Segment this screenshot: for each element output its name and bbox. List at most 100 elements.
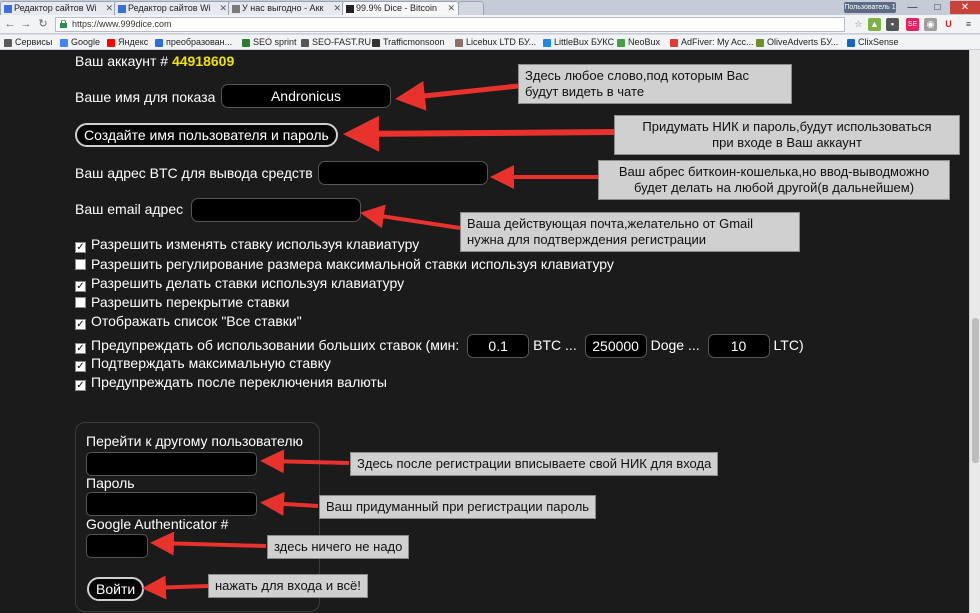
login-button[interactable]: Войти [87, 577, 145, 601]
btc-address-input[interactable] [318, 161, 488, 185]
checkbox-checked[interactable]: ✓ [75, 319, 86, 330]
url-input[interactable]: https://www.999dice.com [55, 17, 845, 32]
extension-icon[interactable]: ▲ [868, 18, 881, 31]
seosprint-icon [242, 39, 250, 47]
callout-password: Ваш придуманный при регистрации пароль [319, 495, 597, 519]
min-doge-input[interactable]: 250000 [584, 334, 647, 359]
site-favicon-icon [346, 5, 354, 13]
tab-title: 99.9% Dice - Bitcoin [356, 3, 438, 13]
bookmark-clixsense[interactable]: ClixSense [847, 36, 899, 49]
doge-unit-label: Doge ... [650, 337, 700, 353]
bookmark-yandex[interactable]: Яндекс [107, 36, 148, 49]
bookmark-star-icon[interactable]: ☆ [852, 18, 865, 31]
option-row[interactable]: ✓ Разрешить делать ставки используя клави… [75, 274, 404, 292]
callout-username: Здесь после регистрации вписываете свой … [350, 452, 719, 476]
bookmark-google[interactable]: Google [60, 36, 100, 49]
bookmark-trafficmonsoon[interactable]: Trafficmonsoon [372, 36, 445, 49]
btc-address-label: Ваш адрес BTC для вывода средств [75, 165, 313, 181]
option-row[interactable]: ✓ Предупреждать после переключения валюты [75, 373, 387, 391]
extension-icon[interactable]: ▪ [886, 18, 899, 31]
menu-icon[interactable]: ≡ [962, 18, 975, 31]
option-label: Разрешить делать ставки используя клавиа… [91, 275, 405, 291]
option-row[interactable]: Разрешить регулирование размера максимал… [75, 255, 614, 273]
bookmark-converter[interactable]: преобразован... [155, 36, 232, 49]
display-name-label: Ваше имя для показа [75, 89, 216, 105]
checkbox-checked[interactable]: ✓ [75, 343, 86, 354]
clixsense-icon [847, 39, 855, 47]
close-tab-icon[interactable]: ✕ [219, 2, 227, 15]
page-icon [543, 39, 551, 47]
new-tab-button[interactable] [458, 1, 484, 15]
bookmark-littlebux[interactable]: LittleBux БУКС [543, 36, 614, 49]
close-tab-icon[interactable]: ✕ [447, 2, 455, 15]
vertical-scrollbar[interactable] [969, 50, 980, 613]
close-window-button[interactable]: ✕ [950, 1, 980, 14]
btc-unit-label: BTC ... [533, 337, 577, 353]
browser-chrome: Редактор сайтов Wi ✕ Редактор сайтов Wi … [0, 0, 980, 50]
minimize-button[interactable]: — [900, 1, 925, 14]
bookmark-label: NeoBux [628, 37, 661, 47]
min-ltc-input[interactable]: 10 [707, 334, 770, 359]
bookmark-label: LittleBux БУКС [554, 37, 615, 47]
close-tab-icon[interactable]: ✕ [333, 2, 341, 15]
browser-tab-2[interactable]: Редактор сайтов Wi ✕ [114, 1, 231, 15]
bookmark-label: OliveAdverts БУ... [767, 37, 839, 47]
min-btc-input[interactable]: 0.1 [467, 334, 530, 359]
option-row[interactable]: ✓ Разрешить изменять ставку используя кла… [75, 235, 419, 253]
google-authenticator-label: Google Authenticator # [86, 516, 229, 532]
bookmark-adfiver[interactable]: AdFiver: My Acc... [670, 36, 754, 49]
create-username-password-button[interactable]: Создайте имя пользователя и пароль [75, 123, 338, 147]
site-favicon-icon [118, 5, 126, 13]
bookmark-oliveadverts[interactable]: OliveAdverts БУ... [756, 36, 838, 49]
password-input[interactable] [86, 492, 257, 516]
checkbox-checked[interactable]: ✓ [75, 242, 86, 253]
account-label: Ваш аккаунт # [75, 53, 169, 69]
maximize-button[interactable]: □ [925, 1, 950, 14]
browser-tab-1[interactable]: Редактор сайтов Wi ✕ [0, 1, 117, 15]
bookmark-label: Яндекс [118, 37, 149, 47]
browser-tab-3[interactable]: У нас выгодно - Акк ✕ [228, 1, 345, 15]
option-row[interactable]: ✓ Отображать список "Все ставки" [75, 312, 302, 330]
ltc-unit-label: LTC) [773, 337, 804, 353]
extension-icon[interactable]: SE [906, 18, 919, 31]
bookmark-label: Trafficmonsoon [383, 37, 445, 47]
account-row: Ваш аккаунт # 44918609 [75, 53, 234, 69]
checkbox-checked[interactable]: ✓ [75, 380, 86, 391]
bookmark-neobux[interactable]: NeoBux [617, 36, 660, 49]
browser-tab-4-active[interactable]: 99.9% Dice - Bitcoin ✕ [342, 1, 459, 15]
bookmark-seo-fast[interactable]: SEO-FAST.RU [301, 36, 371, 49]
checkbox-checked[interactable]: ✓ [75, 281, 86, 292]
option-label: Разрешить изменять ставку используя клав… [91, 236, 420, 252]
close-tab-icon[interactable]: ✕ [105, 2, 113, 15]
email-input[interactable] [191, 198, 361, 222]
yandex-icon [107, 39, 115, 47]
username-input[interactable] [86, 452, 257, 476]
forward-icon[interactable]: → [19, 17, 33, 31]
callout-create-account: Придумать НИК и пароль,будут использоват… [614, 115, 960, 155]
extension-icon[interactable]: U [942, 18, 955, 31]
extension-icon[interactable]: ◉ [924, 18, 937, 31]
google-icon [60, 39, 68, 47]
callout-display-name: Здесь любое слово,под которым Вас будут … [518, 64, 792, 104]
checkbox-unchecked[interactable] [75, 259, 86, 270]
checkbox-checked[interactable]: ✓ [75, 361, 86, 372]
back-icon[interactable]: ← [3, 17, 17, 31]
translate-icon [155, 39, 163, 47]
display-name-input[interactable]: Andronicus [221, 84, 391, 108]
neobux-icon [617, 39, 625, 47]
adfiver-icon [670, 39, 678, 47]
option-row[interactable]: Разрешить перекрытие ставки [75, 293, 289, 311]
option-row[interactable]: ✓ Подтверждать максимальную ставку [75, 354, 331, 372]
profile-badge[interactable]: Пользователь 1 [844, 2, 896, 13]
address-bar: ← → ↻ https://www.999dice.com ☆ ▲ ▪ SE ◉… [0, 15, 980, 34]
bookmark-label: SEO-FAST.RU [312, 37, 372, 47]
bookmark-apps[interactable]: Сервисы [4, 36, 52, 49]
bookmark-seo-sprint[interactable]: SEO sprint [242, 36, 297, 49]
apps-grid-icon [4, 39, 12, 47]
oliveadverts-icon [756, 39, 764, 47]
reload-icon[interactable]: ↻ [36, 17, 50, 31]
bookmark-licebux[interactable]: Licebux LTD БУ... [455, 36, 536, 49]
google-authenticator-input[interactable] [86, 534, 148, 558]
scrollbar-thumb[interactable] [972, 318, 979, 463]
checkbox-unchecked[interactable] [75, 297, 86, 308]
